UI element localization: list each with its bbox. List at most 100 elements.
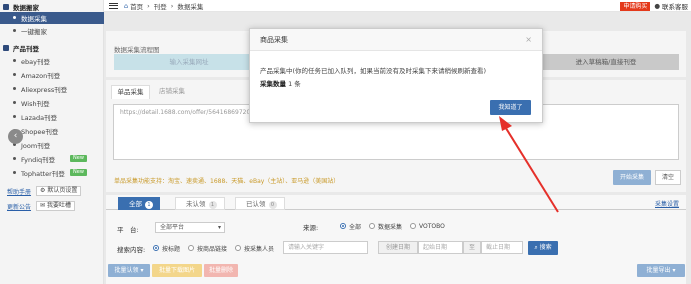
sidebar-section-listing: 产品刊登 xyxy=(0,42,39,53)
source-radio-group: 全部 数据采集 VOTOBO xyxy=(340,222,453,231)
platform-select[interactable]: 全部平台 ▾ xyxy=(155,222,225,233)
modal-count: 采集数量 1 条 xyxy=(260,80,301,88)
sidebar-item-label: 数据采集 xyxy=(21,14,47,23)
sidebar-item-label: Amazon刊登 xyxy=(21,71,61,80)
menu-toggle-icon[interactable] xyxy=(109,2,118,9)
support-tip: 单品采集功能支持：淘宝、速卖通、1688、天猫、eBay（主站）、亚马逊（美国站… xyxy=(114,178,340,185)
breadcrumb-listing[interactable]: 刊登 xyxy=(154,1,167,11)
buy-button[interactable]: 申请购买 xyxy=(620,1,651,11)
search-option-link[interactable]: 按商品链接 xyxy=(188,244,227,253)
bulk-export-button[interactable]: 批量导出 ▾ xyxy=(637,264,685,277)
updates-link[interactable]: 更新公告 xyxy=(7,202,31,211)
folder-icon xyxy=(3,3,9,10)
date-end-input[interactable]: 截止日期 xyxy=(481,241,523,254)
sidebar-item-label: 一键搬家 xyxy=(21,27,47,36)
platform-label: 平 台: xyxy=(117,226,139,234)
tab-single-collect[interactable]: 单品采集 xyxy=(111,85,150,99)
modal-message: 产品采集中(你的任务已加入队列，如果当前没有及时采集下来请稍候刷新查看) xyxy=(260,67,487,75)
search-label: 搜索内容: xyxy=(117,246,146,254)
search-button[interactable]: ⌕ 搜索 xyxy=(528,241,558,255)
default-settings-button[interactable]: ⚙ 默认页设置 xyxy=(36,186,82,196)
sidebar-item-label: Fyndiq刊登 xyxy=(21,155,56,164)
tab-unclaimed[interactable]: 未认领 1 xyxy=(175,197,225,210)
sidebar-item-wish[interactable]: Wish刊登 xyxy=(0,97,104,109)
radio-icon xyxy=(153,244,159,251)
sidebar-item-label: Shopee刊登 xyxy=(21,127,59,136)
search-option-collector[interactable]: 按采集人员 xyxy=(235,244,274,253)
tab-all[interactable]: 全部 1 xyxy=(118,197,160,210)
sidebar-item-label: ebay刊登 xyxy=(21,57,50,66)
flow-step-draft: 进入草稿箱/直接刊登 xyxy=(533,54,679,70)
flow-step-input-url: 输入采集网址 xyxy=(114,54,264,70)
breadcrumb-home[interactable]: 首页 xyxy=(130,1,143,11)
sidebar-item-amazon[interactable]: Amazon刊登 xyxy=(0,69,104,81)
collapse-sidebar-icon[interactable]: ‹ xyxy=(8,129,23,144)
bulk-download-images-button[interactable]: 批量下载图片 xyxy=(152,264,202,277)
sidebar-item-label: Lazada刊登 xyxy=(21,113,58,122)
clear-button[interactable]: 清空 xyxy=(655,170,681,185)
sidebar-item-data-collect[interactable]: 数据采集 xyxy=(0,12,104,24)
sidebar-item-tophatter[interactable]: Tophatter刊登 New xyxy=(0,167,104,179)
sidebar-footer-row1: 帮助手册 ⚙ 默认页设置 xyxy=(0,186,104,196)
sidebar-item-one-click-move[interactable]: 一键搬家 xyxy=(0,25,104,37)
search-option-title[interactable]: 按标题 xyxy=(153,244,180,253)
date-to-label: 至 xyxy=(463,241,481,254)
default-settings-label: 默认页设置 xyxy=(47,187,78,194)
tab-label: 未认领 xyxy=(186,200,206,208)
contact-service-link[interactable]: 联系客服 xyxy=(662,1,688,11)
search-button-label: 搜索 xyxy=(539,244,552,251)
source-option-all[interactable]: 全部 xyxy=(340,222,361,231)
sidebar-item-label: Tophatter刊登 xyxy=(21,169,65,178)
sidebar-item-label: Wish刊登 xyxy=(21,99,50,108)
sidebar-item-ebay[interactable]: ebay刊登 xyxy=(0,55,104,67)
start-collect-button[interactable]: 开始采集 xyxy=(613,170,651,185)
tab-label: 已认领 xyxy=(246,200,266,208)
gear-icon: ⚙ xyxy=(40,187,46,194)
radio-icon xyxy=(340,222,346,229)
sidebar: 数据搬家 数据采集 一键搬家 产品刊登 ebay刊登 Amazon刊登 Alie… xyxy=(0,0,104,284)
source-option-collect[interactable]: 数据采集 xyxy=(369,222,402,231)
modal-title: 商品采集 xyxy=(250,29,542,51)
sidebar-item-fyndiq[interactable]: Fyndiq刊登 New xyxy=(0,153,104,165)
bulk-delete-button[interactable]: 批量删除 xyxy=(204,264,238,277)
source-option-votobo[interactable]: VOTOBO xyxy=(410,222,445,230)
sidebar-footer-row2: 更新公告 ✉ 我要吐槽 xyxy=(0,201,104,211)
home-icon[interactable]: ⌂ xyxy=(124,2,128,10)
keyword-input[interactable]: 请输入关键字 xyxy=(283,241,368,254)
radio-icon xyxy=(410,222,417,229)
new-badge: New xyxy=(70,169,87,177)
bulk-claim-button[interactable]: 批量认领 ▾ xyxy=(108,264,150,277)
create-date-label: 创建日期 xyxy=(378,241,418,254)
sidebar-item-label: Aliexpress刊登 xyxy=(21,85,68,94)
sidebar-item-aliexpress[interactable]: Aliexpress刊登 xyxy=(0,83,104,95)
tab-label: 全部 xyxy=(129,200,142,208)
tab-count: 1 xyxy=(208,201,217,209)
topbar-right: 申请购买 ● 联系客服 xyxy=(620,1,688,11)
breadcrumb-current: 数据采集 xyxy=(177,2,204,11)
new-badge: New xyxy=(70,155,87,163)
sidebar-item-lazada[interactable]: Lazada刊登 xyxy=(0,111,104,123)
source-label: 来源: xyxy=(303,224,319,232)
topbar: ⌂ 首页 › 刊登 › 数据采集 申请购买 ● 联系客服 xyxy=(104,0,691,12)
radio-icon xyxy=(369,222,376,229)
search-icon: ⌕ xyxy=(534,244,538,251)
listing-icon xyxy=(3,44,9,51)
sidebar-section-label: 数据搬家 xyxy=(13,3,39,12)
help-manual-link[interactable]: 帮助手册 xyxy=(7,187,31,196)
collect-modal: 商品采集 × 产品采集中(你的任务已加入队列，如果当前没有及时采集下来请稍候刷新… xyxy=(249,28,543,123)
tab-count: 0 xyxy=(268,201,277,209)
chat-icon: ✉ xyxy=(40,202,46,209)
modal-ok-button[interactable]: 我知道了 xyxy=(490,100,531,115)
feedback-button[interactable]: ✉ 我要吐槽 xyxy=(36,201,75,211)
close-icon[interactable]: × xyxy=(525,35,532,44)
tab-store-collect[interactable]: 店铺采集 xyxy=(152,85,192,99)
sidebar-item-label: Joom刊登 xyxy=(21,141,51,150)
search-radio-group: 按标题 按商品链接 按采集人员 xyxy=(153,244,282,253)
feedback-label: 我要吐槽 xyxy=(46,202,71,209)
collect-settings-link[interactable]: 采集设置 xyxy=(655,199,679,208)
date-start-input[interactable]: 起始日期 xyxy=(418,241,463,254)
chevron-down-icon: ▾ xyxy=(217,224,221,231)
tab-claimed[interactable]: 已认领 0 xyxy=(235,197,285,210)
sidebar-section-data-move: 数据搬家 xyxy=(0,1,39,12)
flow-title: 数据采集流程图 xyxy=(114,46,160,54)
